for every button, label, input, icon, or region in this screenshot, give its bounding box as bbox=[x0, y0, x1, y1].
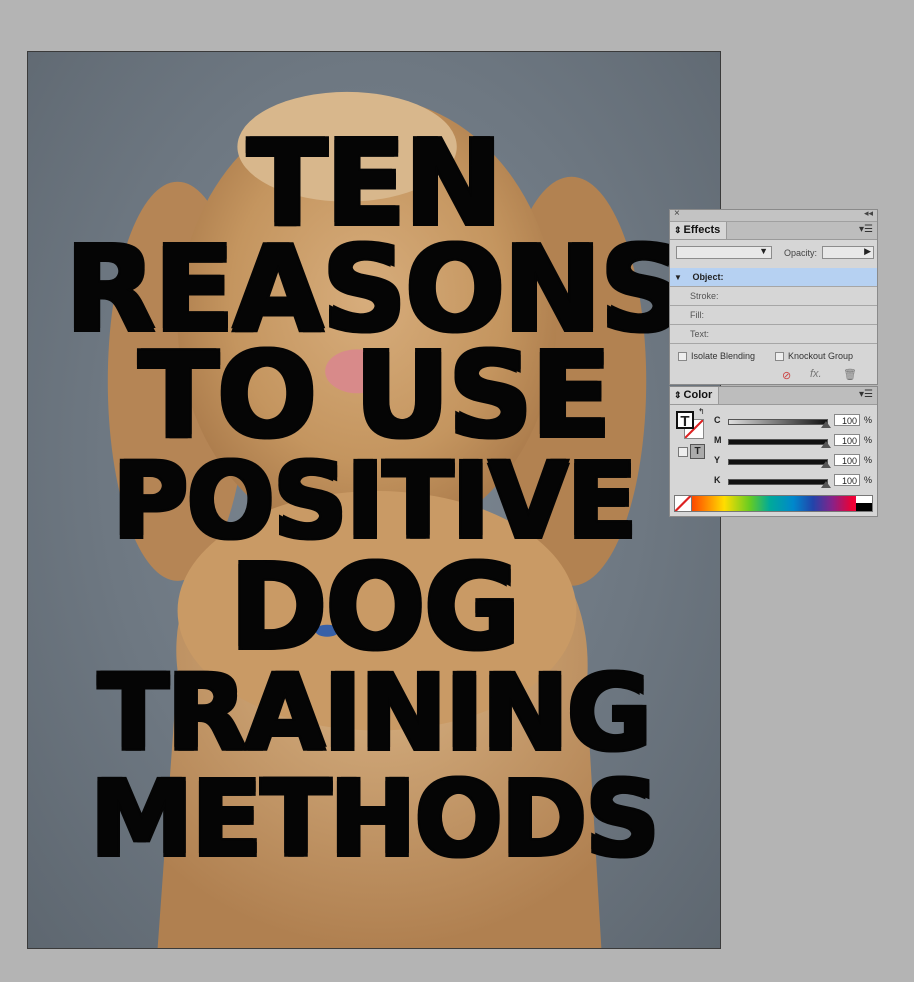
expand-arrows-icon: ⇕ bbox=[674, 390, 682, 400]
headline-line-7: METHODS bbox=[89, 758, 660, 880]
none-swatch-icon[interactable] bbox=[675, 496, 692, 511]
formatting-text-icon[interactable]: T bbox=[690, 444, 705, 459]
channel-k-label: K bbox=[714, 475, 721, 485]
magenta-unit: % bbox=[864, 435, 873, 445]
effects-panel-topbar[interactable]: × ◂◂ bbox=[670, 208, 877, 222]
black-unit: % bbox=[864, 475, 873, 485]
white-swatch[interactable] bbox=[856, 496, 872, 503]
blend-mode-select[interactable]: ▼ bbox=[676, 246, 772, 259]
isolate-blending-label: Isolate Blending bbox=[691, 351, 756, 361]
disclosure-triangle-icon[interactable]: ▼ bbox=[674, 273, 682, 282]
yellow-value[interactable]: 100 bbox=[834, 454, 860, 466]
slider-cyan[interactable]: C 100 % bbox=[710, 414, 875, 428]
magenta-track[interactable] bbox=[728, 439, 828, 445]
yellow-thumb[interactable] bbox=[821, 461, 831, 468]
slider-yellow[interactable]: Y 100 % bbox=[710, 454, 875, 468]
magenta-thumb[interactable] bbox=[821, 441, 831, 448]
clear-effects-icon[interactable]: ⊘ bbox=[782, 369, 791, 382]
effects-item-fill[interactable]: Fill: bbox=[670, 306, 877, 325]
cyan-track[interactable] bbox=[728, 419, 828, 425]
collapse-icon[interactable]: ◂◂ bbox=[864, 208, 873, 219]
swap-arrows-icon[interactable]: ↰ bbox=[698, 407, 705, 416]
black-thumb[interactable] bbox=[821, 481, 831, 488]
chevron-down-icon: ▼ bbox=[759, 246, 768, 256]
cyan-thumb[interactable] bbox=[821, 421, 831, 428]
effects-item-stroke-label: Stroke: bbox=[690, 291, 719, 301]
cyan-value[interactable]: 100 bbox=[834, 414, 860, 426]
channel-m-label: M bbox=[714, 435, 722, 445]
knockout-group-option[interactable]: Knockout Group bbox=[775, 351, 854, 362]
isolate-blending-option[interactable]: Isolate Blending bbox=[678, 351, 756, 362]
black-value[interactable]: 100 bbox=[834, 474, 860, 486]
panel-menu-icon[interactable]: ▾☰ bbox=[859, 224, 873, 235]
opacity-field[interactable]: ▶ bbox=[822, 246, 874, 259]
panel-menu-icon[interactable]: ▾☰ bbox=[859, 389, 873, 400]
opacity-label: Opacity: bbox=[784, 248, 818, 258]
effects-item-object-label: Object: bbox=[692, 272, 724, 282]
fill-stroke-proxy[interactable]: T ↰ bbox=[676, 407, 705, 439]
headline-line-6: TRAINING bbox=[97, 652, 652, 774]
black-track[interactable] bbox=[728, 479, 828, 485]
yellow-track[interactable] bbox=[728, 459, 828, 465]
yellow-unit: % bbox=[864, 455, 873, 465]
cyan-unit: % bbox=[864, 415, 873, 425]
fill-swatch-text-icon[interactable]: T bbox=[676, 411, 694, 430]
slider-black[interactable]: K 100 % bbox=[710, 474, 875, 488]
document-page[interactable]: TEN REASONS TO USE POSITIVE DOG TRAINING… bbox=[27, 51, 721, 949]
effects-item-text[interactable]: Text: bbox=[670, 325, 877, 344]
color-panel: ⇕ Color ▾☰ T ↰ T C 100 % M 100 % Y 100 % … bbox=[669, 386, 878, 517]
knockout-group-checkbox[interactable] bbox=[775, 352, 784, 362]
effects-tabbar: ⇕ Effects ▾☰ bbox=[670, 222, 877, 240]
color-spectrum-ramp[interactable] bbox=[674, 495, 873, 512]
effects-item-stroke[interactable]: Stroke: bbox=[670, 287, 877, 306]
trash-icon[interactable]: 🗑 bbox=[843, 368, 857, 381]
isolate-blending-checkbox[interactable] bbox=[678, 352, 687, 362]
black-swatch[interactable] bbox=[856, 503, 872, 511]
knockout-group-label: Knockout Group bbox=[788, 351, 854, 361]
effects-panel: × ◂◂ ⇕ Effects ▾☰ ▼ Opacity: ▶ ▼ Object: … bbox=[669, 208, 878, 385]
close-icon[interactable]: × bbox=[674, 208, 680, 219]
channel-c-label: C bbox=[714, 415, 721, 425]
slider-magenta[interactable]: M 100 % bbox=[710, 434, 875, 448]
channel-y-label: Y bbox=[714, 455, 721, 465]
fx-button[interactable]: fx. bbox=[810, 368, 822, 380]
effects-item-text-label: Text: bbox=[690, 329, 710, 339]
effects-item-object[interactable]: ▼ Object: bbox=[670, 268, 877, 287]
tab-effects[interactable]: ⇕ Effects bbox=[670, 222, 728, 239]
formatting-container-icon[interactable] bbox=[678, 447, 688, 457]
expand-arrows-icon: ⇕ bbox=[674, 225, 682, 235]
color-tabbar: ⇕ Color ▾☰ bbox=[670, 387, 877, 405]
tab-color[interactable]: ⇕ Color bbox=[670, 387, 720, 404]
tab-effects-label: Effects bbox=[683, 224, 721, 236]
tab-color-label: Color bbox=[683, 389, 713, 401]
magenta-value[interactable]: 100 bbox=[834, 434, 860, 446]
headline-line-5: DOG bbox=[229, 538, 520, 676]
effects-item-fill-label: Fill: bbox=[690, 310, 704, 320]
headline: TEN REASONS TO USE POSITIVE DOG TRAINING… bbox=[28, 124, 720, 880]
play-arrow-icon[interactable]: ▶ bbox=[864, 246, 871, 257]
